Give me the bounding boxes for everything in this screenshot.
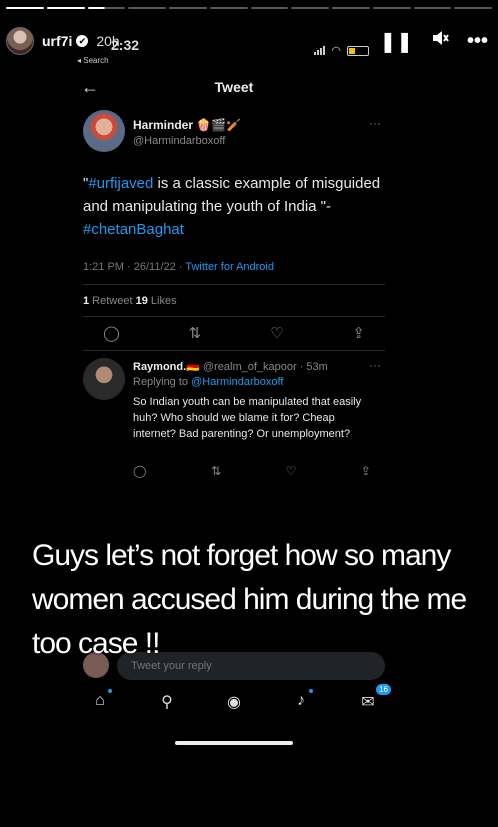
retweet-label: Retweet (89, 295, 136, 307)
divider (83, 350, 385, 351)
story-progress-bar (6, 7, 492, 9)
tweet-actions: ◯ ⇅ ♡ ⇪ (103, 324, 365, 342)
like-label: Likes (147, 295, 177, 307)
retweet-icon[interactable]: ⇅ (189, 324, 202, 342)
progress-segment (46, 7, 85, 9)
hashtag-link[interactable]: #chetanBaghat (83, 221, 184, 238)
spaces-icon[interactable]: ◉ (219, 692, 249, 712)
story-caption: Guys let’s not forget how so many women … (32, 539, 467, 660)
notifications-dot (309, 689, 313, 693)
tweet-author-name[interactable]: Harminder 🍿🎬🏏 (133, 118, 241, 132)
story-username[interactable]: urf7i (42, 33, 72, 49)
messages-icon[interactable]: ✉ 16 (353, 684, 391, 712)
tweet-meta: 1:21 PM · 26/11/22 · Twitter for Android (83, 261, 274, 273)
progress-segment (209, 7, 248, 9)
more-options-icon[interactable]: ••• (467, 30, 488, 53)
story-avatar[interactable] (6, 27, 34, 55)
like-icon[interactable]: ♡ (286, 464, 297, 478)
status-time: 2:32 (111, 37, 140, 53)
reply-author[interactable]: Raymond.🇩🇪 @realm_of_kapoor · 53m (133, 360, 328, 373)
back-arrow-icon[interactable]: ← (81, 77, 99, 98)
home-icon[interactable]: ⌂ (85, 689, 115, 712)
share-icon[interactable]: ⇪ (361, 464, 371, 478)
page-title: Tweet (214, 79, 254, 95)
reply-icon[interactable]: ◯ (133, 464, 146, 478)
progress-segment (169, 7, 207, 9)
status-icons: ◠ (314, 44, 369, 57)
progress-segment (6, 7, 44, 9)
mute-icon[interactable] (431, 29, 449, 53)
progress-segment (332, 7, 370, 9)
reply-author-avatar[interactable] (83, 358, 125, 400)
reply-icon[interactable]: ◯ (103, 324, 120, 342)
reply-author-handle: @realm_of_kapoor · 53m (199, 361, 328, 373)
bottom-tab-bar: ⌂ ⚲ ◉ ♪ ✉ 16 (85, 684, 391, 712)
like-count[interactable]: 19 (136, 295, 148, 307)
home-dot (108, 689, 112, 693)
retweet-icon[interactable]: ⇅ (211, 464, 221, 478)
back-to-search[interactable]: ◂ Search (77, 56, 109, 65)
progress-segment (128, 7, 166, 9)
reply-more-icon[interactable]: ··· (369, 358, 381, 372)
replying-to: Replying to @Harmindarboxoff (133, 376, 283, 388)
tweet-author-handle[interactable]: @Harmindarboxoff (133, 135, 225, 147)
messages-badge: 16 (376, 684, 391, 695)
divider (83, 284, 385, 285)
search-icon[interactable]: ⚲ (152, 692, 182, 712)
progress-segment (413, 7, 452, 9)
progress-segment (454, 7, 492, 9)
home-indicator (175, 741, 293, 745)
tweet-text: "#urfijaved is a classic example of misg… (83, 172, 383, 241)
tweet-source[interactable]: Twitter for Android (185, 261, 274, 273)
progress-segment (250, 7, 289, 9)
progress-segment (291, 7, 329, 9)
replying-to-link[interactable]: @Harmindarboxoff (191, 376, 283, 388)
like-icon[interactable]: ♡ (270, 324, 283, 342)
divider (83, 316, 385, 317)
reply-author-name: Raymond.🇩🇪 (133, 361, 200, 373)
tweet-stats: 1 Retweet 19 Likes (83, 295, 177, 307)
notifications-icon[interactable]: ♪ (286, 689, 316, 712)
replying-prefix: Replying to (133, 376, 192, 388)
tweet-nav-bar: ← Tweet (69, 74, 399, 100)
reply-text: So Indian youth can be manipulated that … (133, 396, 362, 440)
reply-actions: ◯ ⇅ ♡ ⇪ (133, 464, 371, 478)
tweet-more-icon[interactable]: ··· (369, 116, 381, 130)
hashtag-link[interactable]: #urfijaved (88, 175, 153, 192)
tweet-author-avatar[interactable] (83, 110, 125, 152)
battery-icon (347, 45, 369, 56)
progress-segment (87, 7, 126, 9)
signal-icon (314, 46, 326, 55)
tweet-timestamp: 1:21 PM · 26/11/22 · (83, 261, 186, 273)
share-icon[interactable]: ⇪ (352, 324, 365, 342)
wifi-icon: ◠ (331, 45, 341, 57)
progress-segment (372, 7, 411, 9)
